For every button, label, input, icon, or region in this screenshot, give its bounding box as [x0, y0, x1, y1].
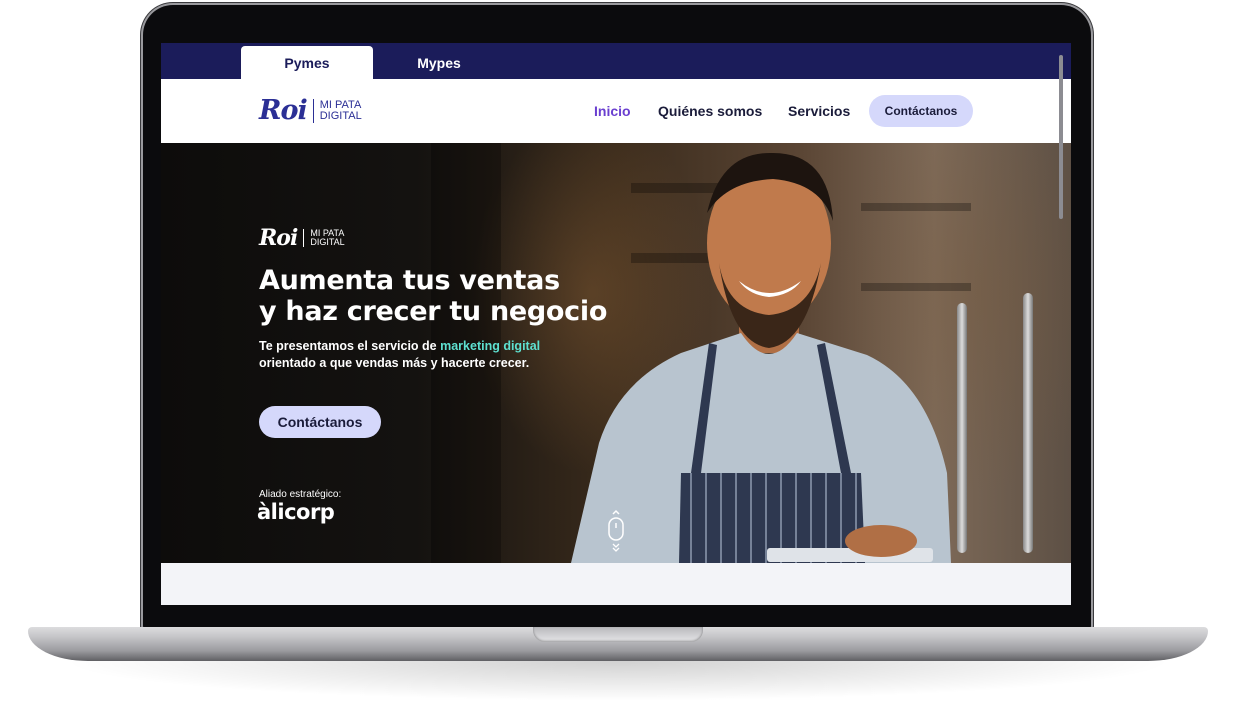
scrollbar-thumb[interactable]: [1059, 55, 1063, 219]
logo-subtitle-line2: DIGITAL: [319, 109, 362, 122]
hero-headline-line1: Aumenta tus ventas: [259, 265, 560, 296]
mouse-scroll-icon[interactable]: [605, 509, 627, 555]
logo-divider: [312, 98, 314, 123]
segment-tabbar: Pymes Mypes: [161, 43, 1071, 79]
hero-logo-subtitle: MI PATA DIGITAL: [310, 229, 345, 247]
hero-logo-wordmark: Roi: [259, 225, 298, 251]
hero-sub-line2: orientado a que vendas más y hacerte cre…: [259, 356, 530, 370]
ally-label: Aliado estratégico:: [259, 489, 342, 500]
next-section: [161, 563, 1071, 605]
hero-sub-text: Te presentamos el servicio de: [259, 339, 441, 353]
tab-pymes[interactable]: Pymes: [241, 46, 373, 79]
hero-contact-button[interactable]: Contáctanos: [259, 406, 381, 438]
hero-section: Roi MI PATA DIGITAL Aumenta tus ventas y…: [161, 143, 1071, 563]
nav-link-servicios[interactable]: Servicios: [788, 103, 850, 119]
hero-sub-highlight: marketing digital: [440, 339, 541, 353]
laptop-screen: Pymes Mypes Roi MI PATA DIGITAL Inicio Q…: [161, 43, 1071, 605]
laptop-shadow: [60, 661, 1176, 701]
nav-contact-button[interactable]: Contáctanos: [869, 95, 973, 127]
nav-link-quienes-somos[interactable]: Quiénes somos: [658, 103, 762, 119]
ally-brand-logo: àlicorp: [257, 500, 335, 524]
hero-brand-logo: Roi MI PATA DIGITAL: [259, 225, 345, 251]
main-nav: Roi MI PATA DIGITAL Inicio Quiénes somos…: [161, 79, 1071, 143]
hero-headline: Aumenta tus ventas y haz crecer tu negoc…: [259, 265, 689, 327]
nav-link-inicio[interactable]: Inicio: [594, 103, 631, 119]
hero-subheadline: Te presentamos el servicio de marketing …: [259, 338, 639, 372]
hero-headline-line2: y haz crecer tu negocio: [259, 296, 608, 327]
brand-logo[interactable]: Roi MI PATA DIGITAL: [259, 95, 362, 126]
logo-subtitle: MI PATA DIGITAL: [320, 100, 362, 121]
tab-mypes[interactable]: Mypes: [373, 46, 505, 79]
laptop-notch: [533, 627, 703, 642]
hero-logo-subtitle-line2: DIGITAL: [310, 237, 345, 247]
logo-wordmark: Roi: [259, 95, 308, 126]
hero-logo-divider: [303, 229, 305, 247]
